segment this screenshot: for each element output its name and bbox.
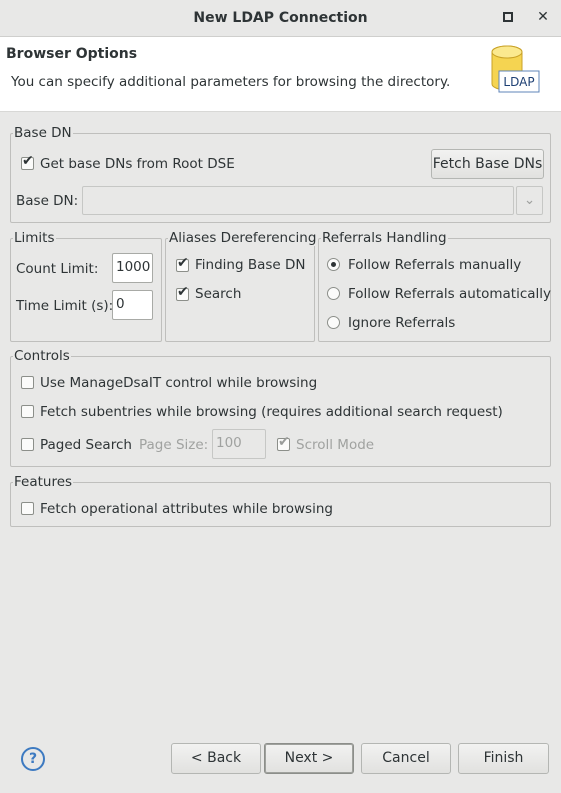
fetch-subentries-checkbox[interactable] (21, 405, 34, 418)
fetch-subentries-label: Fetch subentries while browsing (require… (40, 404, 503, 420)
finding-base-dn-label: Finding Base DN (195, 257, 306, 273)
help-icon[interactable]: ? (21, 747, 45, 771)
follow-manually-radio[interactable] (327, 258, 340, 271)
finish-button[interactable]: Finish (458, 743, 549, 774)
paged-search-label: Paged Search (40, 437, 132, 453)
ldap-database-icon: LDAP (491, 45, 540, 93)
time-limit-input[interactable]: 0 (112, 290, 153, 320)
maximize-icon[interactable] (501, 10, 515, 24)
chevron-down-icon[interactable]: ⌄ (516, 186, 543, 215)
paged-search-checkbox[interactable] (21, 438, 34, 451)
time-limit-label: Time Limit (s): (16, 298, 114, 314)
referrals-legend: Referrals Handling (321, 230, 448, 246)
page-title: Browser Options (6, 46, 138, 62)
limits-legend: Limits (13, 230, 56, 246)
page-description: You can specify additional parameters fo… (11, 74, 451, 90)
get-root-dse-checkbox[interactable] (21, 153, 34, 170)
next-button[interactable]: Next > (264, 743, 354, 774)
aliases-legend: Aliases Dereferencing (168, 230, 318, 246)
features-legend: Features (13, 474, 74, 490)
fetch-operational-label: Fetch operational attributes while brows… (40, 501, 333, 517)
manage-dsait-checkbox[interactable] (21, 376, 34, 389)
ldap-icon-label: LDAP (503, 75, 534, 89)
ignore-referrals-radio[interactable] (327, 316, 340, 329)
follow-manually-label: Follow Referrals manually (348, 257, 522, 273)
manage-dsait-label: Use ManageDsaIT control while browsing (40, 375, 318, 391)
close-icon[interactable]: ✕ (535, 9, 551, 25)
back-button[interactable]: < Back (171, 743, 261, 774)
count-limit-input[interactable]: 1000 (112, 253, 153, 283)
window-title: New LDAP Connection (193, 10, 368, 26)
follow-automatically-label: Follow Referrals automatically (348, 286, 552, 302)
fetch-operational-checkbox[interactable] (21, 502, 34, 515)
base-dn-legend: Base DN (13, 125, 73, 141)
follow-automatically-radio[interactable] (327, 287, 340, 300)
base-dn-label: Base DN: (16, 193, 79, 209)
search-label: Search (195, 286, 242, 302)
get-root-dse-label: Get base DNs from Root DSE (40, 156, 235, 172)
cancel-button[interactable]: Cancel (361, 743, 451, 774)
base-dn-input[interactable] (82, 186, 514, 215)
scroll-mode-checkbox[interactable] (277, 434, 290, 451)
search-checkbox[interactable] (176, 284, 189, 301)
page-size-input[interactable]: 100 (212, 429, 266, 459)
finding-base-dn-checkbox[interactable] (176, 255, 189, 272)
page-size-label: Page Size: (139, 437, 209, 453)
controls-legend: Controls (13, 348, 71, 364)
ignore-referrals-label: Ignore Referrals (348, 315, 456, 331)
scroll-mode-label: Scroll Mode (296, 437, 375, 453)
count-limit-label: Count Limit: (16, 261, 99, 277)
fetch-base-dns-button[interactable]: Fetch Base DNs (431, 149, 544, 179)
